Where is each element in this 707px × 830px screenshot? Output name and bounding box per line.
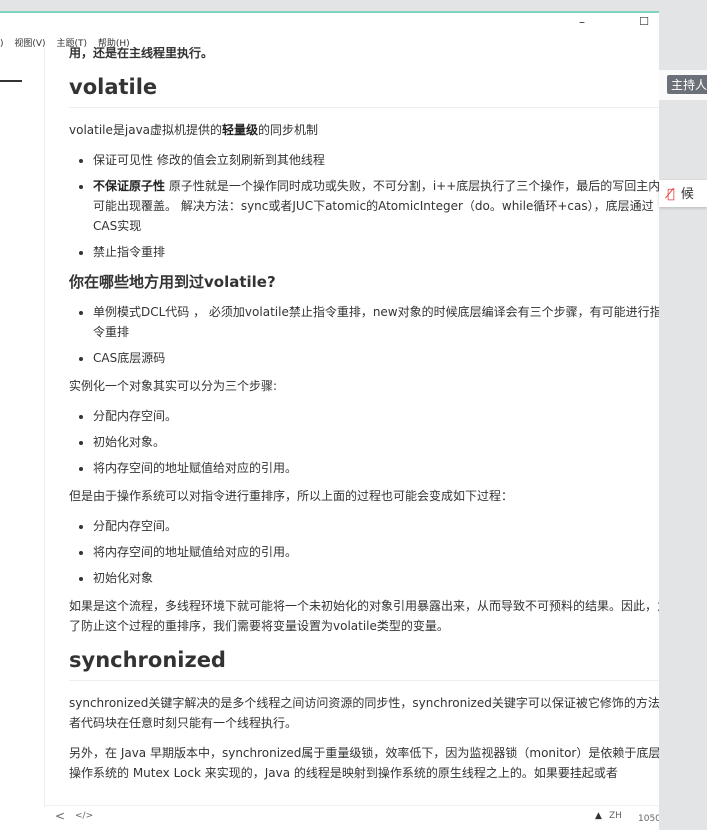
maximize-button[interactable]: ☐ — [634, 15, 654, 28]
title-bar: – ☐ — [0, 13, 659, 35]
list-item: 单例模式DCL代码 ， 必须加volatile禁止指令重排，new对象的时候底层… — [93, 302, 673, 342]
participant-name: 候 — [680, 187, 694, 202]
language-indicator[interactable]: ZH — [609, 811, 622, 821]
host-badge: 主持人 — [667, 75, 707, 94]
heading-where-used: 你在哪些地方用到过volatile? — [69, 273, 276, 291]
participant-item[interactable]: 🎙̸ 候 — [659, 180, 707, 207]
minimize-button[interactable]: – — [572, 15, 592, 29]
list: 分配内存空间。 初始化对象。 将内存空间的地址赋值给对应的引用。 — [93, 406, 673, 478]
list-item: 禁止指令重排 — [93, 242, 673, 262]
list-item: 将内存空间的地址赋值给对应的引用。 — [93, 458, 673, 478]
status-bar: < </> ▲ ZH 105045 词 — [45, 805, 684, 830]
heading-volatile: volatile — [69, 73, 673, 108]
back-icon[interactable]: < — [55, 809, 65, 823]
heading-synchronized: synchronized — [69, 646, 673, 681]
paragraph-intro: volatile是java虚拟机提供的轻量级的同步机制 — [69, 123, 319, 137]
list-item: 将内存空间的地址赋值给对应的引用。 — [93, 542, 673, 562]
list-item: 分配内存空间。 — [93, 406, 673, 426]
list: 保证可见性 修改的值会立刻刷新到其他线程 不保证原子性 原子性就是一个操作同时成… — [93, 150, 673, 262]
paragraph: 如果是这个流程，多线程环境下就可能将一个未初始化的对象引用暴露出来，从而导致不可… — [69, 599, 670, 633]
paragraph: 但是由于操作系统可以对指令进行重排序，所以上面的过程也可能会变成如下过程： — [69, 489, 514, 503]
list-item: CAS底层源码 — [93, 348, 673, 368]
list-item: 不保证原子性 原子性就是一个操作同时成功或失败，不可分割，i++底层执行了三个操… — [93, 176, 673, 236]
meeting-side-panel — [659, 0, 707, 830]
list: 单例模式DCL代码 ， 必须加volatile禁止指令重排，new对象的时候底层… — [93, 302, 673, 368]
sidebar-divider — [0, 80, 22, 82]
document-content[interactable]: 用，还是在主线程里执行。 volatile volatile是java虚拟机提供… — [45, 47, 693, 805]
mic-muted-icon: 🎙̸ — [667, 187, 675, 202]
source-code-icon[interactable]: </> — [75, 811, 93, 821]
paragraph: synchronized关键字解决的是多个线程之间访问资源的同步性，synchr… — [69, 696, 672, 730]
paragraph: 实例化一个对象其实可以分为三个步骤: — [69, 379, 278, 393]
paragraph: 用，还是在主线程里执行。 — [69, 47, 214, 60]
list-item: 初始化对象 — [93, 568, 673, 588]
list-item: 初始化对象。 — [93, 432, 673, 452]
sidebar — [0, 47, 45, 807]
list-item: 保证可见性 修改的值会立刻刷新到其他线程 — [93, 150, 673, 170]
list-item: 分配内存空间。 — [93, 516, 673, 536]
list: 分配内存空间。 将内存空间的地址赋值给对应的引用。 初始化对象 — [93, 516, 673, 588]
paragraph: 另外，在 Java 早期版本中，synchronized属于重量级锁，效率低下，… — [69, 746, 673, 780]
warning-icon[interactable]: ▲ — [595, 811, 602, 821]
